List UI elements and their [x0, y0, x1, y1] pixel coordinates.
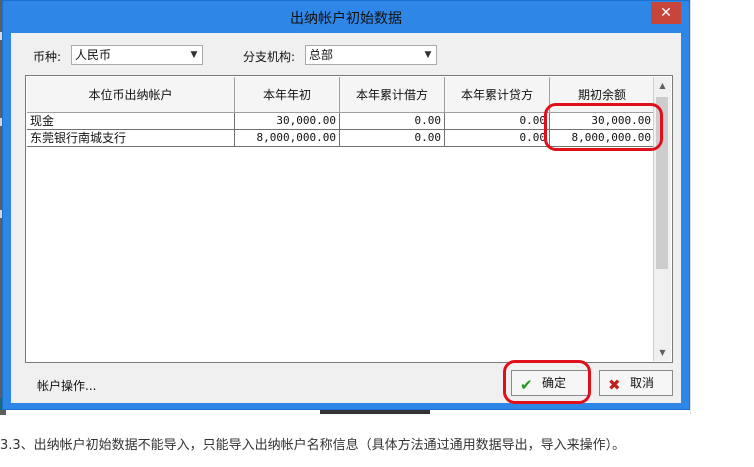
- dialog-body: 币种: 人民币 ▼ 分支机构: 总部 ▼ 本位币出纳帐户 本年年初 本年累计借方…: [11, 33, 681, 403]
- currency-label: 币种:: [33, 50, 62, 64]
- highlight-balance-column: [544, 103, 663, 151]
- column-header-opening[interactable]: 本年年初: [235, 77, 340, 113]
- account-operations-link[interactable]: 帐户操作...: [37, 377, 96, 394]
- credit-cell[interactable]: 0.00: [445, 130, 550, 147]
- chevron-down-icon: ▼: [424, 50, 432, 60]
- cancel-button[interactable]: ✖ 取消: [599, 370, 673, 396]
- branch-label: 分支机构:: [243, 50, 296, 64]
- column-header-credit[interactable]: 本年累计贷方: [445, 77, 550, 113]
- background-page: [690, 0, 754, 415]
- opening-cell[interactable]: 30,000.00: [235, 113, 340, 130]
- dialog-window: 出纳帐户初始数据 ✕ 币种: 人民币 ▼ 分支机构: 总部 ▼ 本位币出纳帐户 …: [2, 0, 690, 410]
- currency-value: 人民币: [75, 48, 112, 62]
- window-title: 出纳帐户初始数据: [290, 11, 402, 27]
- close-icon: ✕: [660, 5, 672, 21]
- branch-select[interactable]: 总部 ▼: [305, 45, 437, 65]
- column-header-debit[interactable]: 本年累计借方: [340, 77, 445, 113]
- scroll-down-icon[interactable]: ▼: [654, 344, 671, 361]
- debit-cell[interactable]: 0.00: [340, 130, 445, 147]
- account-name-cell[interactable]: 东莞银行南城支行: [27, 130, 235, 147]
- close-button[interactable]: ✕: [651, 2, 681, 24]
- debit-cell[interactable]: 0.00: [340, 113, 445, 130]
- x-icon: ✖: [608, 376, 621, 394]
- account-name-cell[interactable]: 现金: [27, 113, 235, 130]
- title-bar[interactable]: 出纳帐户初始数据 ✕: [3, 1, 689, 33]
- opening-cell[interactable]: 8,000,000.00: [235, 130, 340, 147]
- scroll-up-icon[interactable]: ▲: [654, 77, 671, 94]
- column-header-account[interactable]: 本位币出纳帐户: [27, 77, 235, 113]
- branch-value: 总部: [309, 48, 334, 62]
- cancel-button-label: 取消: [630, 376, 655, 390]
- caption-text: 3.3、出纳帐户初始数据不能导入，只能导入出纳帐户名称信息（具体方法通过通用数据…: [0, 438, 626, 453]
- currency-select[interactable]: 人民币 ▼: [71, 45, 203, 65]
- chevron-down-icon: ▼: [190, 50, 198, 60]
- credit-cell[interactable]: 0.00: [445, 113, 550, 130]
- highlight-ok-button: [503, 360, 591, 404]
